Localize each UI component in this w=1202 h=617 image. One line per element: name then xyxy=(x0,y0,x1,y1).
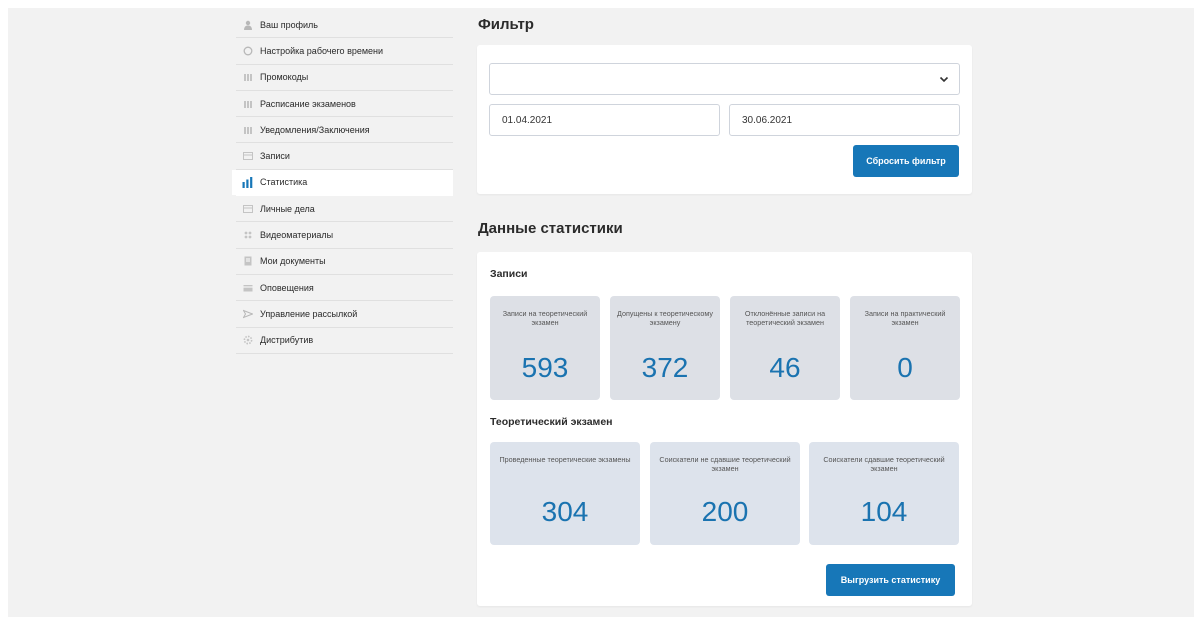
sidebar-item-label: Настройка рабочего времени xyxy=(260,45,384,56)
sidebar-item-personal-files[interactable]: Личные дела xyxy=(236,196,453,223)
stat-label: Соискатели сдавшие теоретический экзамен xyxy=(823,455,945,473)
sidebar-item-label: Управление рассылкой xyxy=(260,308,358,319)
stat-tile-practice-records: Записи на практический экзамен 0 xyxy=(850,296,960,400)
filter-select[interactable] xyxy=(489,63,960,95)
sidebar-item-promocodes[interactable]: Промокоды xyxy=(236,65,453,91)
sidebar-item-my-documents[interactable]: Мои документы xyxy=(236,249,453,275)
sidebar-item-profile[interactable]: Ваш профиль xyxy=(236,12,453,39)
clock-icon xyxy=(242,45,253,56)
stat-tile-theory-failed: Соискатели не сдавшие теоретический экза… xyxy=(650,442,800,545)
folder-icon xyxy=(242,203,253,214)
stat-label: Проведенные теоретические экзамены xyxy=(499,455,631,464)
sidebar-item-alerts[interactable]: Оповещения xyxy=(236,275,453,302)
tag-icon xyxy=(242,72,253,83)
stat-value: 46 xyxy=(769,352,801,383)
sidebar-item-label: Видеоматериалы xyxy=(260,230,334,241)
chevron-down-icon xyxy=(939,76,949,83)
sidebar-item-records[interactable]: Записи xyxy=(236,143,453,170)
sidebar-item-notifications[interactable]: Уведомления/Заключения xyxy=(236,117,453,144)
date-to-input[interactable]: 30.06.2021 xyxy=(729,104,960,136)
stat-value: 0 xyxy=(897,352,913,383)
stat-value: 372 xyxy=(641,352,689,383)
video-icon xyxy=(242,230,253,241)
stat-tile-theory-passed: Соискатели сдавшие теоретический экзамен… xyxy=(809,442,959,545)
sidebar-item-label: Записи xyxy=(260,151,290,162)
stat-tile-rejected: Отклонённые записи на теоретический экза… xyxy=(730,296,840,400)
sidebar-item-label: Мои документы xyxy=(260,256,326,267)
sidebar-item-label: Дистрибутив xyxy=(260,335,314,346)
sidebar-item-label: Расписание экзаменов xyxy=(260,98,356,109)
bar-chart-icon xyxy=(242,176,253,188)
page: Ваш профиль Настройка рабочего времени П… xyxy=(8,8,1194,617)
sidebar-item-label: Уведомления/Заключения xyxy=(260,124,370,135)
filter-heading: Фильтр xyxy=(478,16,534,33)
stat-label: Соискатели не сдавшие теоретический экза… xyxy=(659,455,791,473)
list-icon xyxy=(242,151,253,162)
stat-tile-theory-held: Проведенные теоретические экзамены 304 xyxy=(490,442,640,545)
calendar-icon xyxy=(242,98,253,109)
gear-icon xyxy=(242,335,253,346)
stat-value: 593 xyxy=(521,352,569,383)
filter-card: 01.04.2021 30.06.2021 Сбросить фильтр xyxy=(477,45,972,194)
stat-value: 200 xyxy=(701,496,749,527)
sidebar-item-label: Оповещения xyxy=(260,282,314,293)
user-icon xyxy=(242,19,253,30)
sidebar-item-videos[interactable]: Видеоматериалы xyxy=(236,222,453,249)
stat-tile-theory-records: Записи на теоретический экзамен 593 xyxy=(490,296,600,400)
sidebar-item-label: Статистика xyxy=(260,177,308,188)
stat-value: 104 xyxy=(860,496,908,527)
mail-icon xyxy=(242,282,253,293)
sidebar-item-label: Ваш профиль xyxy=(260,19,318,30)
document-icon xyxy=(242,256,253,267)
reset-filter-button[interactable]: Сбросить фильтр xyxy=(853,145,959,177)
stats-heading: Данные статистики xyxy=(478,220,623,237)
export-statistics-button[interactable]: Выгрузить статистику xyxy=(826,564,955,596)
stats-card: Записи Записи на теоретический экзамен 5… xyxy=(477,252,972,606)
stat-value: 304 xyxy=(541,496,589,527)
stat-label: Допущены к теоретическому экзамену xyxy=(617,309,713,327)
records-section-title: Записи xyxy=(490,268,528,280)
date-from-input[interactable]: 01.04.2021 xyxy=(489,104,720,136)
theory-section-title: Теоретический экзамен xyxy=(490,416,613,428)
stat-label: Записи на теоретический экзамен xyxy=(502,309,588,327)
stat-label: Записи на практический экзамен xyxy=(864,309,946,327)
sidebar-item-label: Промокоды xyxy=(260,72,309,83)
sidebar: Ваш профиль Настройка рабочего времени П… xyxy=(232,12,453,354)
book-icon xyxy=(242,124,253,135)
sidebar-item-exam-schedule[interactable]: Расписание экзаменов xyxy=(236,91,453,118)
send-icon xyxy=(242,308,253,319)
sidebar-item-label: Личные дела xyxy=(260,203,315,214)
sidebar-item-distributive[interactable]: Дистрибутив xyxy=(236,328,453,354)
sidebar-item-work-time[interactable]: Настройка рабочего времени xyxy=(236,38,453,65)
stat-label: Отклонённые записи на теоретический экза… xyxy=(744,309,826,327)
sidebar-item-mailing[interactable]: Управление рассылкой xyxy=(236,301,453,328)
sidebar-item-statistics[interactable]: Статистика xyxy=(232,169,453,197)
stat-tile-admitted: Допущены к теоретическому экзамену 372 xyxy=(610,296,720,400)
